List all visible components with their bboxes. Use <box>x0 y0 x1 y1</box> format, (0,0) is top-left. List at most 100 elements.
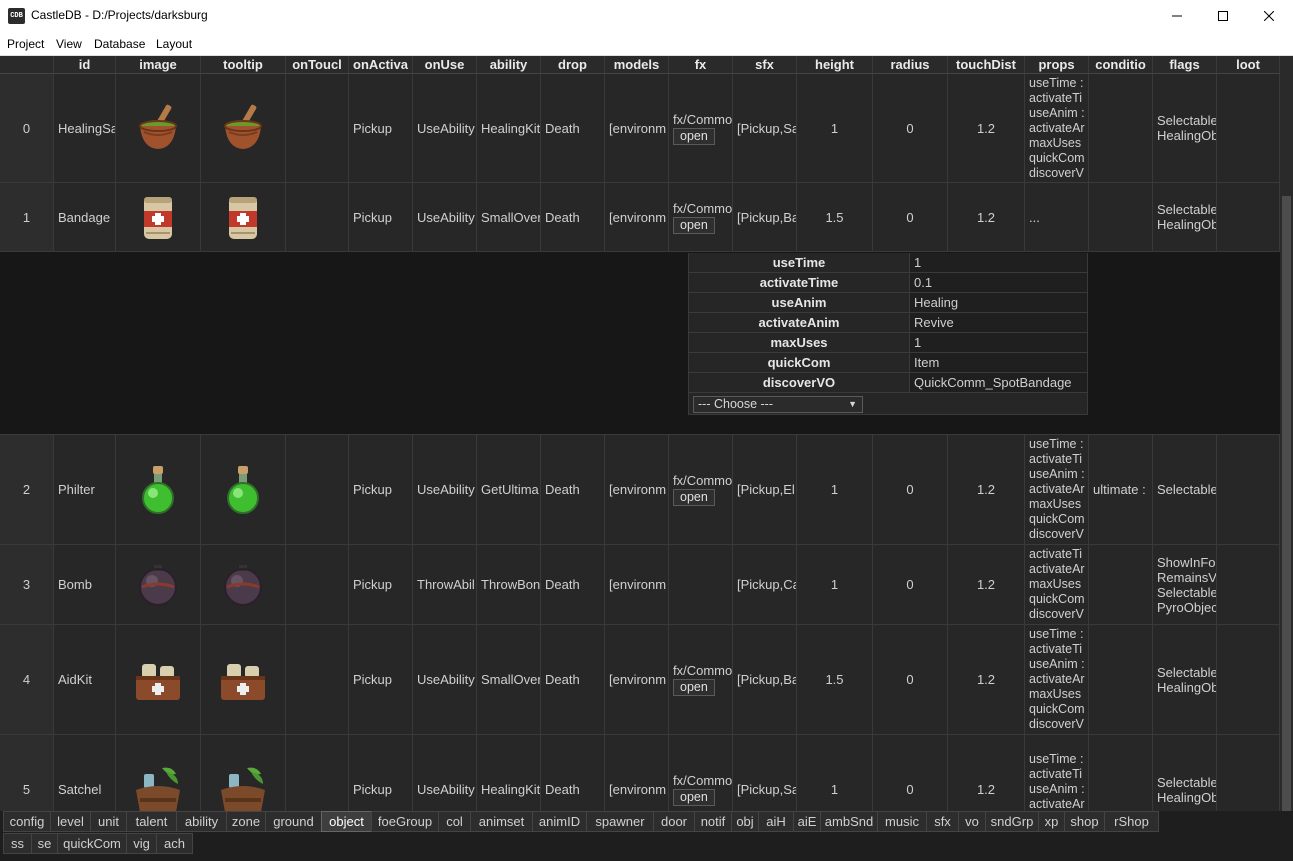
cell-image[interactable] <box>116 74 201 182</box>
cell-height[interactable]: 1 <box>797 435 873 544</box>
cell-ability[interactable]: HealingKit <box>477 735 541 811</box>
cell-radius[interactable]: 0 <box>873 545 948 624</box>
cell-loot[interactable] <box>1217 435 1280 544</box>
cell-props[interactable]: useTime :activateTiuseAnim :activateArma… <box>1025 74 1089 182</box>
cell-touchdist[interactable]: 1.2 <box>948 74 1025 182</box>
column-header-drop[interactable]: drop <box>541 56 605 74</box>
tab-vig[interactable]: vig <box>126 833 157 854</box>
prop-value[interactable]: 0.1 <box>910 273 1088 292</box>
cell-onactivate[interactable]: Pickup <box>349 625 413 734</box>
cell-height[interactable]: 1 <box>797 735 873 811</box>
cell-sfx[interactable]: [Pickup,Sa <box>733 735 797 811</box>
add-prop-select[interactable]: --- Choose --- ▼ <box>693 396 863 413</box>
menu-view[interactable]: View <box>56 37 82 51</box>
cell-radius[interactable]: 0 <box>873 74 948 182</box>
column-header-flags[interactable]: flags <box>1153 56 1217 74</box>
cell-touchdist[interactable]: 1.2 <box>948 183 1025 251</box>
prop-row[interactable]: useTime 1 <box>688 253 1088 273</box>
cell-condition[interactable]: ultimate : <box>1089 435 1153 544</box>
tab-ach[interactable]: ach <box>156 833 193 854</box>
tab-aiH[interactable]: aiH <box>758 811 794 832</box>
cell-loot[interactable] <box>1217 183 1280 251</box>
cell-fx[interactable]: fx/Commo open <box>669 735 733 811</box>
cell-sfx[interactable]: [Pickup,Ca <box>733 545 797 624</box>
prop-row[interactable]: useAnim Healing <box>688 293 1088 313</box>
cell-radius[interactable]: 0 <box>873 183 948 251</box>
cell-radius[interactable]: 0 <box>873 435 948 544</box>
cell-fx[interactable]: fx/Commo open <box>669 183 733 251</box>
vertical-scrollbar[interactable] <box>1280 56 1293 811</box>
cell-models[interactable]: [environm <box>605 735 669 811</box>
row-index[interactable]: 0 <box>0 74 54 182</box>
cell-props[interactable]: ... <box>1025 183 1089 251</box>
prop-value[interactable]: 1 <box>910 253 1088 272</box>
cell-loot[interactable] <box>1217 735 1280 811</box>
cell-sfx[interactable]: [Pickup,Ba <box>733 183 797 251</box>
cell-ability[interactable]: SmallOver <box>477 183 541 251</box>
column-header-props[interactable]: props <box>1025 56 1089 74</box>
table-row[interactable]: 4 AidKit Pickup UseAbility SmallOver Death [en… <box>0 625 1280 735</box>
cell-height[interactable]: 1 <box>797 545 873 624</box>
column-header-models[interactable]: models <box>605 56 669 74</box>
cell-flags[interactable]: Selectable|HealingObject <box>1153 625 1217 734</box>
cell-ability[interactable]: GetUltima <box>477 435 541 544</box>
table-row[interactable]: 5 Satchel Pickup UseAbility HealingKit Death [… <box>0 735 1280 811</box>
cell-radius[interactable]: 0 <box>873 735 948 811</box>
cell-sfx[interactable]: [Pickup,Ba <box>733 625 797 734</box>
tab-music[interactable]: music <box>877 811 927 832</box>
cell-image[interactable] <box>116 545 201 624</box>
cell-id[interactable]: Bomb <box>54 545 116 624</box>
cell-tooltip[interactable] <box>201 735 286 811</box>
cell-id[interactable]: Bandage <box>54 183 116 251</box>
column-header-loot[interactable]: loot <box>1217 56 1280 74</box>
cell-condition[interactable] <box>1089 545 1153 624</box>
tab-ss[interactable]: ss <box>3 833 32 854</box>
column-header-id[interactable]: id <box>54 56 116 74</box>
row-index[interactable]: 2 <box>0 435 54 544</box>
cell-ontouch[interactable] <box>286 74 349 182</box>
cell-props[interactable]: useTime :activateTiuseAnim :activateArma… <box>1025 625 1089 734</box>
cell-loot[interactable] <box>1217 545 1280 624</box>
row-index[interactable]: 5 <box>0 735 54 811</box>
cell-onactivate[interactable]: Pickup <box>349 735 413 811</box>
cell-radius[interactable]: 0 <box>873 625 948 734</box>
cell-image[interactable] <box>116 625 201 734</box>
cell-condition[interactable] <box>1089 735 1153 811</box>
column-header-height[interactable]: height <box>797 56 873 74</box>
cell-drop[interactable]: Death <box>541 545 605 624</box>
menu-database[interactable]: Database <box>94 37 145 51</box>
tab-xp[interactable]: xp <box>1038 811 1065 832</box>
cell-height[interactable]: 1.5 <box>797 625 873 734</box>
close-button[interactable] <box>1246 0 1292 32</box>
fx-open-button[interactable]: open <box>673 216 715 234</box>
prop-value[interactable]: Revive <box>910 313 1088 332</box>
cell-id[interactable]: Philter <box>54 435 116 544</box>
cell-tooltip[interactable] <box>201 183 286 251</box>
prop-row[interactable]: activateTime 0.1 <box>688 273 1088 293</box>
cell-condition[interactable] <box>1089 74 1153 182</box>
tab-obj[interactable]: obj <box>731 811 759 832</box>
cell-touchdist[interactable]: 1.2 <box>948 735 1025 811</box>
prop-value[interactable]: QuickComm_SpotBandage <box>910 373 1088 392</box>
column-header-touchDist[interactable]: touchDist <box>948 56 1025 74</box>
column-header-sfx[interactable]: sfx <box>733 56 797 74</box>
row-index[interactable]: 3 <box>0 545 54 624</box>
tab-shop[interactable]: shop <box>1064 811 1105 832</box>
tab-talent[interactable]: talent <box>126 811 177 832</box>
cell-models[interactable]: [environm <box>605 435 669 544</box>
cell-onuse[interactable]: UseAbility <box>413 183 477 251</box>
column-header-onActivate[interactable]: onActiva <box>349 56 413 74</box>
row-index[interactable]: 4 <box>0 625 54 734</box>
fx-open-button[interactable]: open <box>673 127 715 145</box>
tab-ambSnd[interactable]: ambSnd <box>820 811 878 832</box>
fx-open-button[interactable]: open <box>673 489 715 506</box>
cell-id[interactable]: Satchel <box>54 735 116 811</box>
cell-tooltip[interactable] <box>201 435 286 544</box>
cell-fx[interactable]: fx/Commo open <box>669 435 733 544</box>
cell-ontouch[interactable] <box>286 183 349 251</box>
tab-level[interactable]: level <box>50 811 91 832</box>
tab-spawner[interactable]: spawner <box>586 811 654 832</box>
tab-unit[interactable]: unit <box>90 811 127 832</box>
maximize-button[interactable] <box>1200 0 1246 32</box>
tab-door[interactable]: door <box>653 811 695 832</box>
